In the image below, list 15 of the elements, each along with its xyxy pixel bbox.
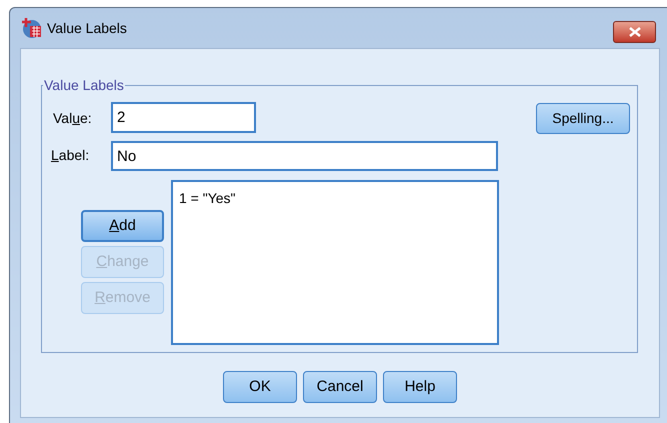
spelling-button[interactable]: Spelling... <box>536 103 630 134</box>
field-label: Label: <box>51 146 90 165</box>
add-button[interactable]: Add <box>81 210 164 242</box>
group-title: Value Labels <box>43 76 125 95</box>
dialog-button[interactable]: Cancel <box>303 371 377 403</box>
app-icon <box>21 17 43 39</box>
dialog-button[interactable]: OK <box>223 371 297 403</box>
field-label: Value: <box>53 109 92 128</box>
dialog-button[interactable]: Help <box>383 371 457 403</box>
label-field[interactable]: No <box>111 141 498 171</box>
value-field[interactable]: 2 <box>111 102 256 133</box>
close-button[interactable] <box>613 21 656 43</box>
list-item[interactable]: 1 = "Yes" <box>179 188 236 209</box>
close-icon <box>628 27 640 37</box>
window-title: Value Labels <box>47 18 127 38</box>
